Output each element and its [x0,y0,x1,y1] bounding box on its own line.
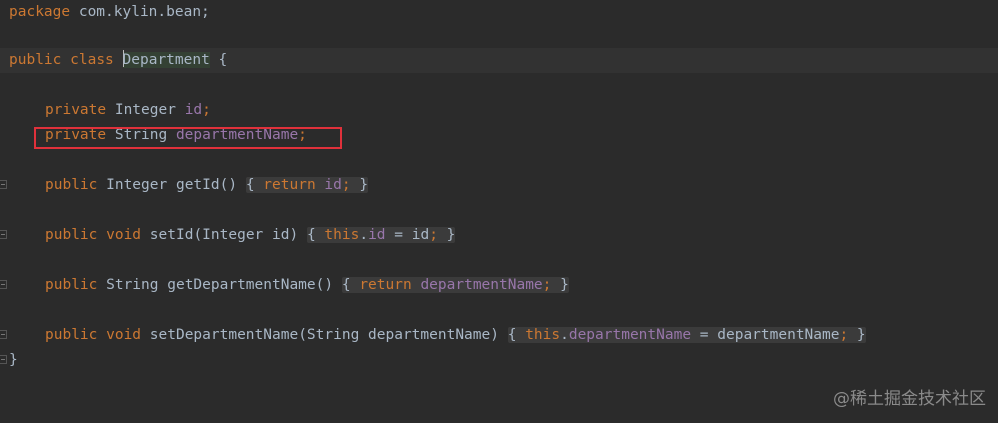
keyword-public: public [45,227,98,243]
type-string: String [97,277,168,293]
folded-body[interactable]: { this.id = id; } [306,227,456,243]
code-line-set-department-name[interactable]: public void setDepartmentName(String dep… [0,323,998,348]
code-line-set-id[interactable]: public void setId(Integer id) { this.id … [0,223,998,248]
type-integer: Integer [97,177,176,193]
method-set-department-name: setDepartmentName [149,327,299,343]
keyword-private: private [45,102,107,118]
code-line-class-declaration[interactable]: public class Department { [0,48,998,73]
close-brace: } [9,352,18,368]
close-brace: } [437,227,456,243]
keyword-package: package [9,4,71,20]
field-id: id [368,227,386,243]
watermark: @稀土掘金技术社区 [833,389,986,409]
open-brace: { [245,177,264,193]
folded-body[interactable]: { return id; } [245,177,369,193]
semicolon: ; [202,102,211,118]
assignment: = id [385,227,430,243]
dot: . [359,227,369,243]
keyword-public: public [45,277,98,293]
keyword-void: void [97,227,150,243]
method-get-department-name: getDepartmentName [167,277,316,293]
semicolon: ; [429,227,438,243]
code-line-class-end[interactable]: } [0,348,998,373]
open-brace: { [306,227,325,243]
open-brace: { [507,327,526,343]
semicolon: ; [341,177,351,193]
semicolon: ; [839,327,849,343]
params: (String departmentName) [298,327,499,343]
field-department-name: departmentName [568,327,692,343]
keyword-void: void [97,327,150,343]
open-brace: { [341,277,360,293]
assignment: = departmentName [691,327,840,343]
open-brace: { [209,52,228,68]
keyword-public: public [45,327,98,343]
close-brace: } [848,327,866,343]
close-brace: } [551,277,569,293]
class-name-first-char: D [122,52,132,68]
code-editor[interactable]: package com.kylin.bean; public class Dep… [0,0,998,417]
field-id: id [324,177,342,193]
class-name: Department [122,50,210,68]
field-department-name: departmentName [420,277,543,293]
class-name-rest: epartment [131,52,210,68]
package-name: com.kylin.bean; [70,4,210,20]
keyword-return: return [263,177,316,193]
params: (Integer id) [193,227,299,243]
method-get-id: getId [175,177,220,193]
keyword-this: this [525,327,561,343]
code-line-package[interactable]: package com.kylin.bean; [0,0,998,25]
folded-body[interactable]: { return departmentName; } [341,277,569,293]
parens: () [315,277,334,293]
code-line-field-id[interactable]: private Integer id; [0,98,998,123]
dot: . [560,327,569,343]
type-integer: Integer [106,102,185,118]
keyword-public: public [45,177,98,193]
keyword-class: class [70,52,114,68]
keyword-public: public [9,52,62,68]
parens: () [219,177,238,193]
red-highlight-box [34,127,342,149]
code-line-get-department-name[interactable]: public String getDepartmentName() { retu… [0,273,998,298]
keyword-return: return [359,277,412,293]
close-brace: } [350,177,369,193]
folded-body[interactable]: { this.departmentName = departmentName; … [507,327,866,343]
method-set-id: setId [149,227,194,243]
keyword-this: this [324,227,360,243]
field-id: id [184,102,203,118]
code-line-get-id[interactable]: public Integer getId() { return id; } [0,173,998,198]
